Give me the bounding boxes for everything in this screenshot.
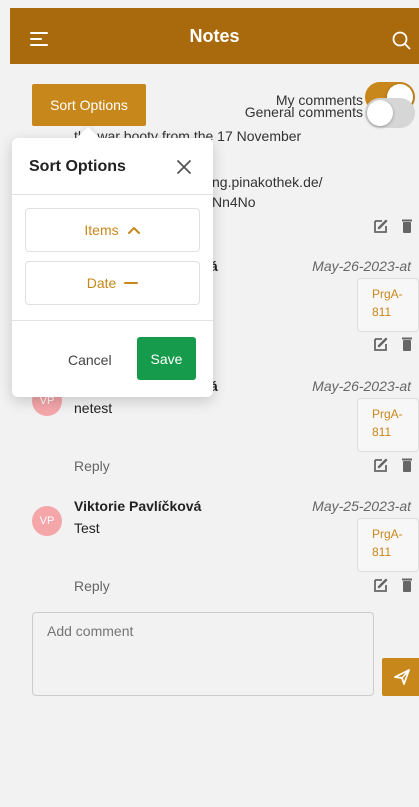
sort-by-date-button[interactable]: Date — [25, 261, 200, 305]
divider — [12, 320, 213, 321]
comment-date: May-25-2023-at — [312, 498, 411, 514]
add-comment-input[interactable] — [33, 613, 373, 649]
comment-text: netest — [74, 400, 113, 416]
send-icon — [394, 669, 410, 685]
divider — [12, 194, 213, 195]
comment-filter-toggles: My comments General comments — [219, 64, 419, 134]
comment-tag[interactable]: PrgA- 811 — [357, 518, 419, 572]
comment-tag[interactable]: PrgA- 811 — [357, 398, 419, 452]
search-icon[interactable] — [391, 30, 411, 50]
trash-icon[interactable] — [401, 336, 413, 352]
trash-icon[interactable] — [401, 457, 413, 473]
chevron-up-icon — [127, 227, 140, 234]
general-comments-toggle[interactable] — [365, 98, 415, 128]
sort-options-button[interactable]: Sort Options — [32, 84, 146, 126]
comment-tag[interactable]: PrgA- 811 — [357, 278, 419, 332]
close-icon[interactable] — [175, 158, 193, 176]
popup-title: Sort Options — [29, 158, 126, 175]
comment-author: Viktorie Pavlíčková — [74, 498, 202, 514]
comment-text-line: Nn4No — [212, 194, 256, 210]
comment-text-line: ng.pinakothek.de/ — [212, 174, 323, 190]
trash-icon[interactable] — [401, 577, 413, 593]
notes-content: Sort Options My comments General comment… — [10, 64, 419, 807]
cancel-button[interactable]: Cancel — [68, 352, 112, 368]
avatar: VP — [32, 506, 62, 536]
send-button[interactable] — [382, 658, 419, 696]
comment-date: May-26-2023-at — [312, 378, 411, 394]
save-button[interactable]: Save — [137, 337, 196, 380]
page-title: Notes — [189, 26, 240, 46]
edit-icon[interactable] — [373, 336, 389, 352]
sort-options-popup: Sort Options Items Date Cancel Save — [12, 126, 213, 397]
reply-link[interactable]: Reply — [74, 578, 110, 594]
add-comment-box[interactable] — [32, 612, 374, 696]
top-app-bar: Notes — [10, 8, 419, 64]
dash-icon — [124, 282, 139, 284]
general-comments-label: General comments — [244, 104, 363, 120]
comment-text: Test — [74, 520, 100, 536]
sort-by-items-button[interactable]: Items — [25, 208, 200, 252]
edit-icon[interactable] — [373, 218, 389, 234]
edit-icon[interactable] — [373, 577, 389, 593]
comment-date: May-26-2023-at — [312, 258, 411, 274]
trash-icon[interactable] — [401, 218, 413, 234]
reply-link[interactable]: Reply — [74, 458, 110, 474]
edit-icon[interactable] — [373, 457, 389, 473]
